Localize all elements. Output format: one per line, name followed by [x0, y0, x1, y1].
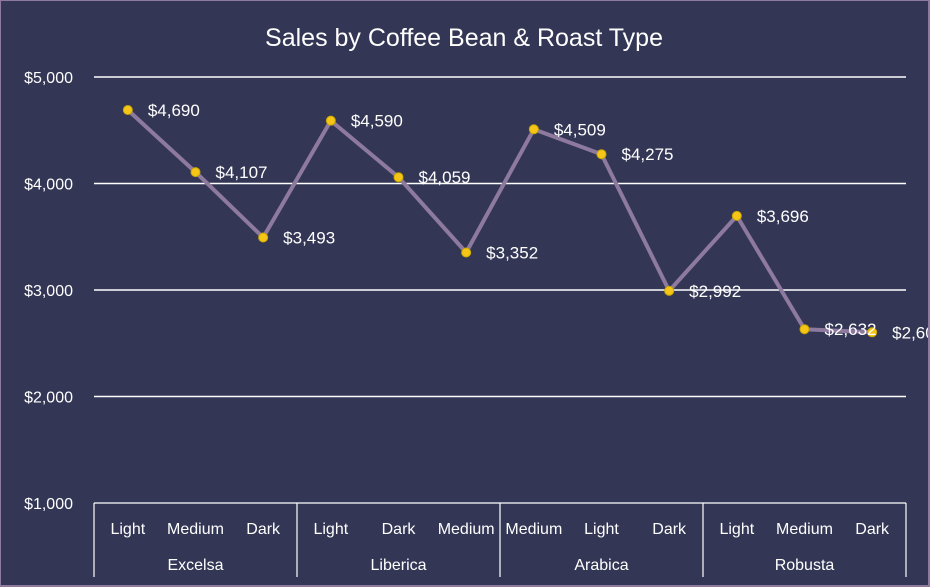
x-category-label: Light: [313, 521, 348, 538]
x-group-label: Arabica: [574, 557, 628, 574]
y-tick-label: $1,000: [24, 496, 73, 513]
data-point: [731, 210, 742, 221]
data-label: $4,590: [351, 112, 403, 131]
chart-frame: Sales by Coffee Bean & Roast Type $1,000…: [1, 1, 928, 585]
data-point: [596, 149, 607, 160]
data-labels: $4,690 $4,107 $3,493 $4,590 $4,059 $3,352 $4,5…: [148, 101, 928, 342]
x-category-label: Dark: [246, 521, 281, 538]
x-category-label: Light: [584, 521, 619, 538]
x-category-label: Medium: [776, 521, 833, 538]
y-tick-label: $3,000: [24, 283, 73, 300]
x-category-label: Light: [719, 521, 754, 538]
y-tick-label: $4,000: [24, 177, 73, 194]
data-label: $3,696: [757, 207, 809, 226]
x-category-label: Medium: [505, 521, 562, 538]
x-group-label: Excelsa: [167, 557, 223, 574]
data-label: $4,275: [622, 145, 674, 164]
chart-title: Sales by Coffee Bean & Roast Type: [265, 24, 663, 52]
data-label: $4,059: [419, 168, 471, 187]
data-label: $3,493: [283, 228, 335, 247]
data-label: $2,632: [825, 320, 877, 339]
x-category-label: Dark: [855, 521, 890, 538]
y-axis-ticks: $1,000 $2,000 $3,000 $4,000 $5,000: [24, 70, 73, 513]
x-category-label: Light: [110, 521, 145, 538]
y-tick-label: $5,000: [24, 70, 73, 87]
data-point: [325, 115, 336, 126]
data-label: $2,603: [892, 323, 928, 342]
data-point: [258, 232, 269, 243]
x-category-label: Dark: [652, 521, 687, 538]
data-point: [664, 285, 675, 296]
x-axis: Light Medium Dark Excelsa Light Dark Medium Lib…: [93, 502, 907, 577]
x-category-label: Medium: [438, 521, 495, 538]
gridlines: [94, 76, 906, 398]
x-category-label: Medium: [167, 521, 224, 538]
data-point: [190, 167, 201, 178]
data-point: [393, 172, 404, 183]
x-group-label: Robusta: [775, 557, 835, 574]
x-group-label: Liberica: [370, 557, 426, 574]
data-label: $4,509: [554, 120, 606, 139]
data-point: [799, 324, 810, 335]
data-label: $4,690: [148, 101, 200, 120]
data-label: $4,107: [216, 163, 268, 182]
y-tick-label: $2,000: [24, 390, 73, 407]
data-label: $2,992: [689, 282, 741, 301]
data-label: $3,352: [486, 244, 538, 263]
data-point: [122, 105, 133, 116]
data-point: [461, 247, 472, 258]
x-category-label: Dark: [382, 521, 417, 538]
data-point: [528, 124, 539, 135]
line-chart: Sales by Coffee Bean & Roast Type $1,000…: [24, 24, 928, 577]
